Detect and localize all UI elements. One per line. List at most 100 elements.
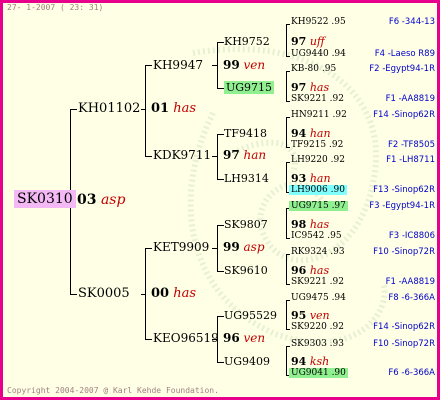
connector-line (286, 208, 287, 239)
connector-line (145, 339, 152, 340)
connector-line (286, 24, 287, 57)
gen2-note-2: asp (243, 240, 265, 254)
connector-line (286, 56, 290, 57)
gen4-entry-8[interactable]: UG9715 .97 (289, 201, 348, 211)
connector-line (70, 294, 77, 295)
gen4-year-0: .95 (331, 17, 346, 27)
gen4-entry-6[interactable]: LH9220 .92 (291, 156, 345, 165)
gen4-year-4: .92 (332, 110, 347, 120)
gen4-name-12: UG9475 (291, 293, 329, 303)
gen3-score-group-1: 97 has (291, 82, 329, 93)
connector-line (145, 248, 152, 249)
gen1-name-0[interactable]: KH01102 (78, 102, 140, 115)
root-score: 03 (77, 192, 97, 208)
gen2-name-0[interactable]: KH9947 (153, 59, 203, 71)
gen4-name-6: LH9220 (291, 155, 328, 165)
gen1-score-1: 00 (151, 286, 170, 301)
connector-line (286, 117, 287, 148)
root-name: SK0310 (14, 190, 76, 208)
gen4-entry-7[interactable]: LH9006 .90 (289, 185, 347, 195)
connector-line (141, 294, 146, 295)
gen4-entry-9[interactable]: IC9542 .95 (291, 232, 342, 241)
gen4-entry-12[interactable]: UG9475 .94 (291, 294, 346, 303)
gen3-score-group-0: 97 uff (291, 36, 325, 47)
connector-line (212, 248, 217, 249)
gen3-score-group-6: 95 ven (291, 310, 330, 321)
connector-line (286, 346, 290, 347)
connector-line (145, 65, 146, 156)
gen3-note-4: has (309, 218, 330, 231)
gen3-score-7: 94 (291, 355, 307, 368)
gen4-entry-15[interactable]: UG9041 .90 (289, 368, 348, 378)
gen3-name-7[interactable]: UG9409 (224, 356, 270, 367)
gen4-year-12: .94 (331, 293, 346, 303)
gen3-name-5[interactable]: SK9610 (224, 265, 268, 276)
root-note: asp (100, 192, 126, 208)
connector-line (286, 284, 290, 285)
gen3-name-4[interactable]: SK9807 (224, 219, 268, 230)
root-score-group: 03 asp (77, 193, 125, 207)
gen4-name-7: LH9006 (291, 185, 328, 195)
connector-line (286, 117, 290, 118)
gen2-score-3: 96 (223, 331, 240, 345)
gen3-score-0: 97 (291, 35, 307, 48)
connector-line (217, 134, 224, 135)
root-node[interactable]: SK0310 (14, 190, 76, 208)
gen4-entry-10[interactable]: RK9324 .93 (291, 248, 345, 257)
connector-line (217, 88, 224, 89)
gen4-entry-4[interactable]: HN9211 .92 (291, 111, 347, 120)
gen4-loc-2: F2 -Egypt94-1R (369, 64, 435, 74)
gen4-name-0: KH9522 (291, 17, 329, 27)
gen2-name-3[interactable]: KEO96519 (153, 332, 219, 344)
gen4-name-15: UG9041 (291, 368, 329, 378)
gen2-score-group-0: 99 ven (223, 59, 265, 71)
gen3-name-6[interactable]: UG95529 (224, 310, 277, 321)
gen2-score-2: 99 (223, 240, 240, 254)
gen4-entry-0[interactable]: KH9522 .95 (291, 18, 346, 27)
connector-line (286, 238, 290, 239)
gen2-name-2[interactable]: KET9909 (153, 241, 209, 253)
gen4-loc-4: F14 -Sinop62R (373, 110, 435, 120)
pedigree-chart: 27- 1-2007 ( 23: 31) SK0310 03 asp KH011… (0, 0, 440, 400)
gen2-note-0: ven (243, 58, 266, 72)
gen4-loc-14: F10 -Sinop72R (373, 339, 435, 349)
gen2-score-group-3: 96 ven (223, 332, 265, 344)
copyright-footer: Copyright 2004-2007 @ Karl Kehde Foundat… (7, 386, 219, 395)
connector-line (286, 254, 287, 285)
gen4-year-1: .94 (331, 49, 346, 59)
gen4-loc-10: F10 -Sinop72R (373, 247, 435, 257)
gen4-name-4: HN9211 (291, 110, 330, 120)
gen3-score-group-7: 94 ksh (291, 356, 329, 367)
gen3-name-1-text: UG9715 (224, 81, 275, 94)
connector-line (212, 65, 217, 66)
gen4-entry-14[interactable]: SK9303 .93 (291, 340, 344, 349)
gen3-note-0: uff (309, 35, 325, 48)
gen4-entry-3[interactable]: SK9221 .92 (291, 95, 344, 104)
gen3-score-2: 94 (291, 127, 307, 140)
gen4-entry-1[interactable]: UG9440 .94 (291, 50, 346, 59)
gen3-name-2[interactable]: TF9418 (224, 128, 267, 139)
gen3-score-3: 93 (291, 172, 307, 185)
gen1-name-1[interactable]: SK0005 (78, 287, 130, 300)
gen4-entry-2[interactable]: KB-80 .95 (291, 65, 336, 74)
gen3-score-group-3: 93 han (291, 173, 331, 184)
connector-line (286, 24, 290, 25)
gen2-score-group-1: 97 han (223, 149, 266, 161)
gen4-entry-13[interactable]: SK9220 .92 (291, 323, 344, 332)
gen3-name-1[interactable]: UG9715 (224, 81, 275, 94)
gen3-name-0[interactable]: KH9752 (224, 36, 270, 47)
gen4-entry-11[interactable]: SK9221 .92 (291, 278, 344, 287)
gen3-score-6: 95 (291, 309, 307, 322)
gen1-score-0: 01 (151, 101, 170, 116)
gen3-score-group-2: 94 han (291, 128, 331, 139)
gen3-name-3[interactable]: LH9314 (224, 173, 269, 184)
gen4-year-6: .92 (330, 155, 345, 165)
gen1-score-group-0: 01 has (151, 102, 196, 115)
gen4-entry-5[interactable]: TF9215 .92 (291, 141, 343, 150)
connector-line (286, 300, 290, 301)
connector-line (217, 225, 224, 226)
gen4-name-9: IC9542 (291, 231, 325, 241)
gen3-score-group-5: 96 has (291, 265, 329, 276)
gen3-score-group-4: 98 has (291, 219, 329, 230)
gen2-name-1[interactable]: KDK9711 (153, 149, 211, 161)
